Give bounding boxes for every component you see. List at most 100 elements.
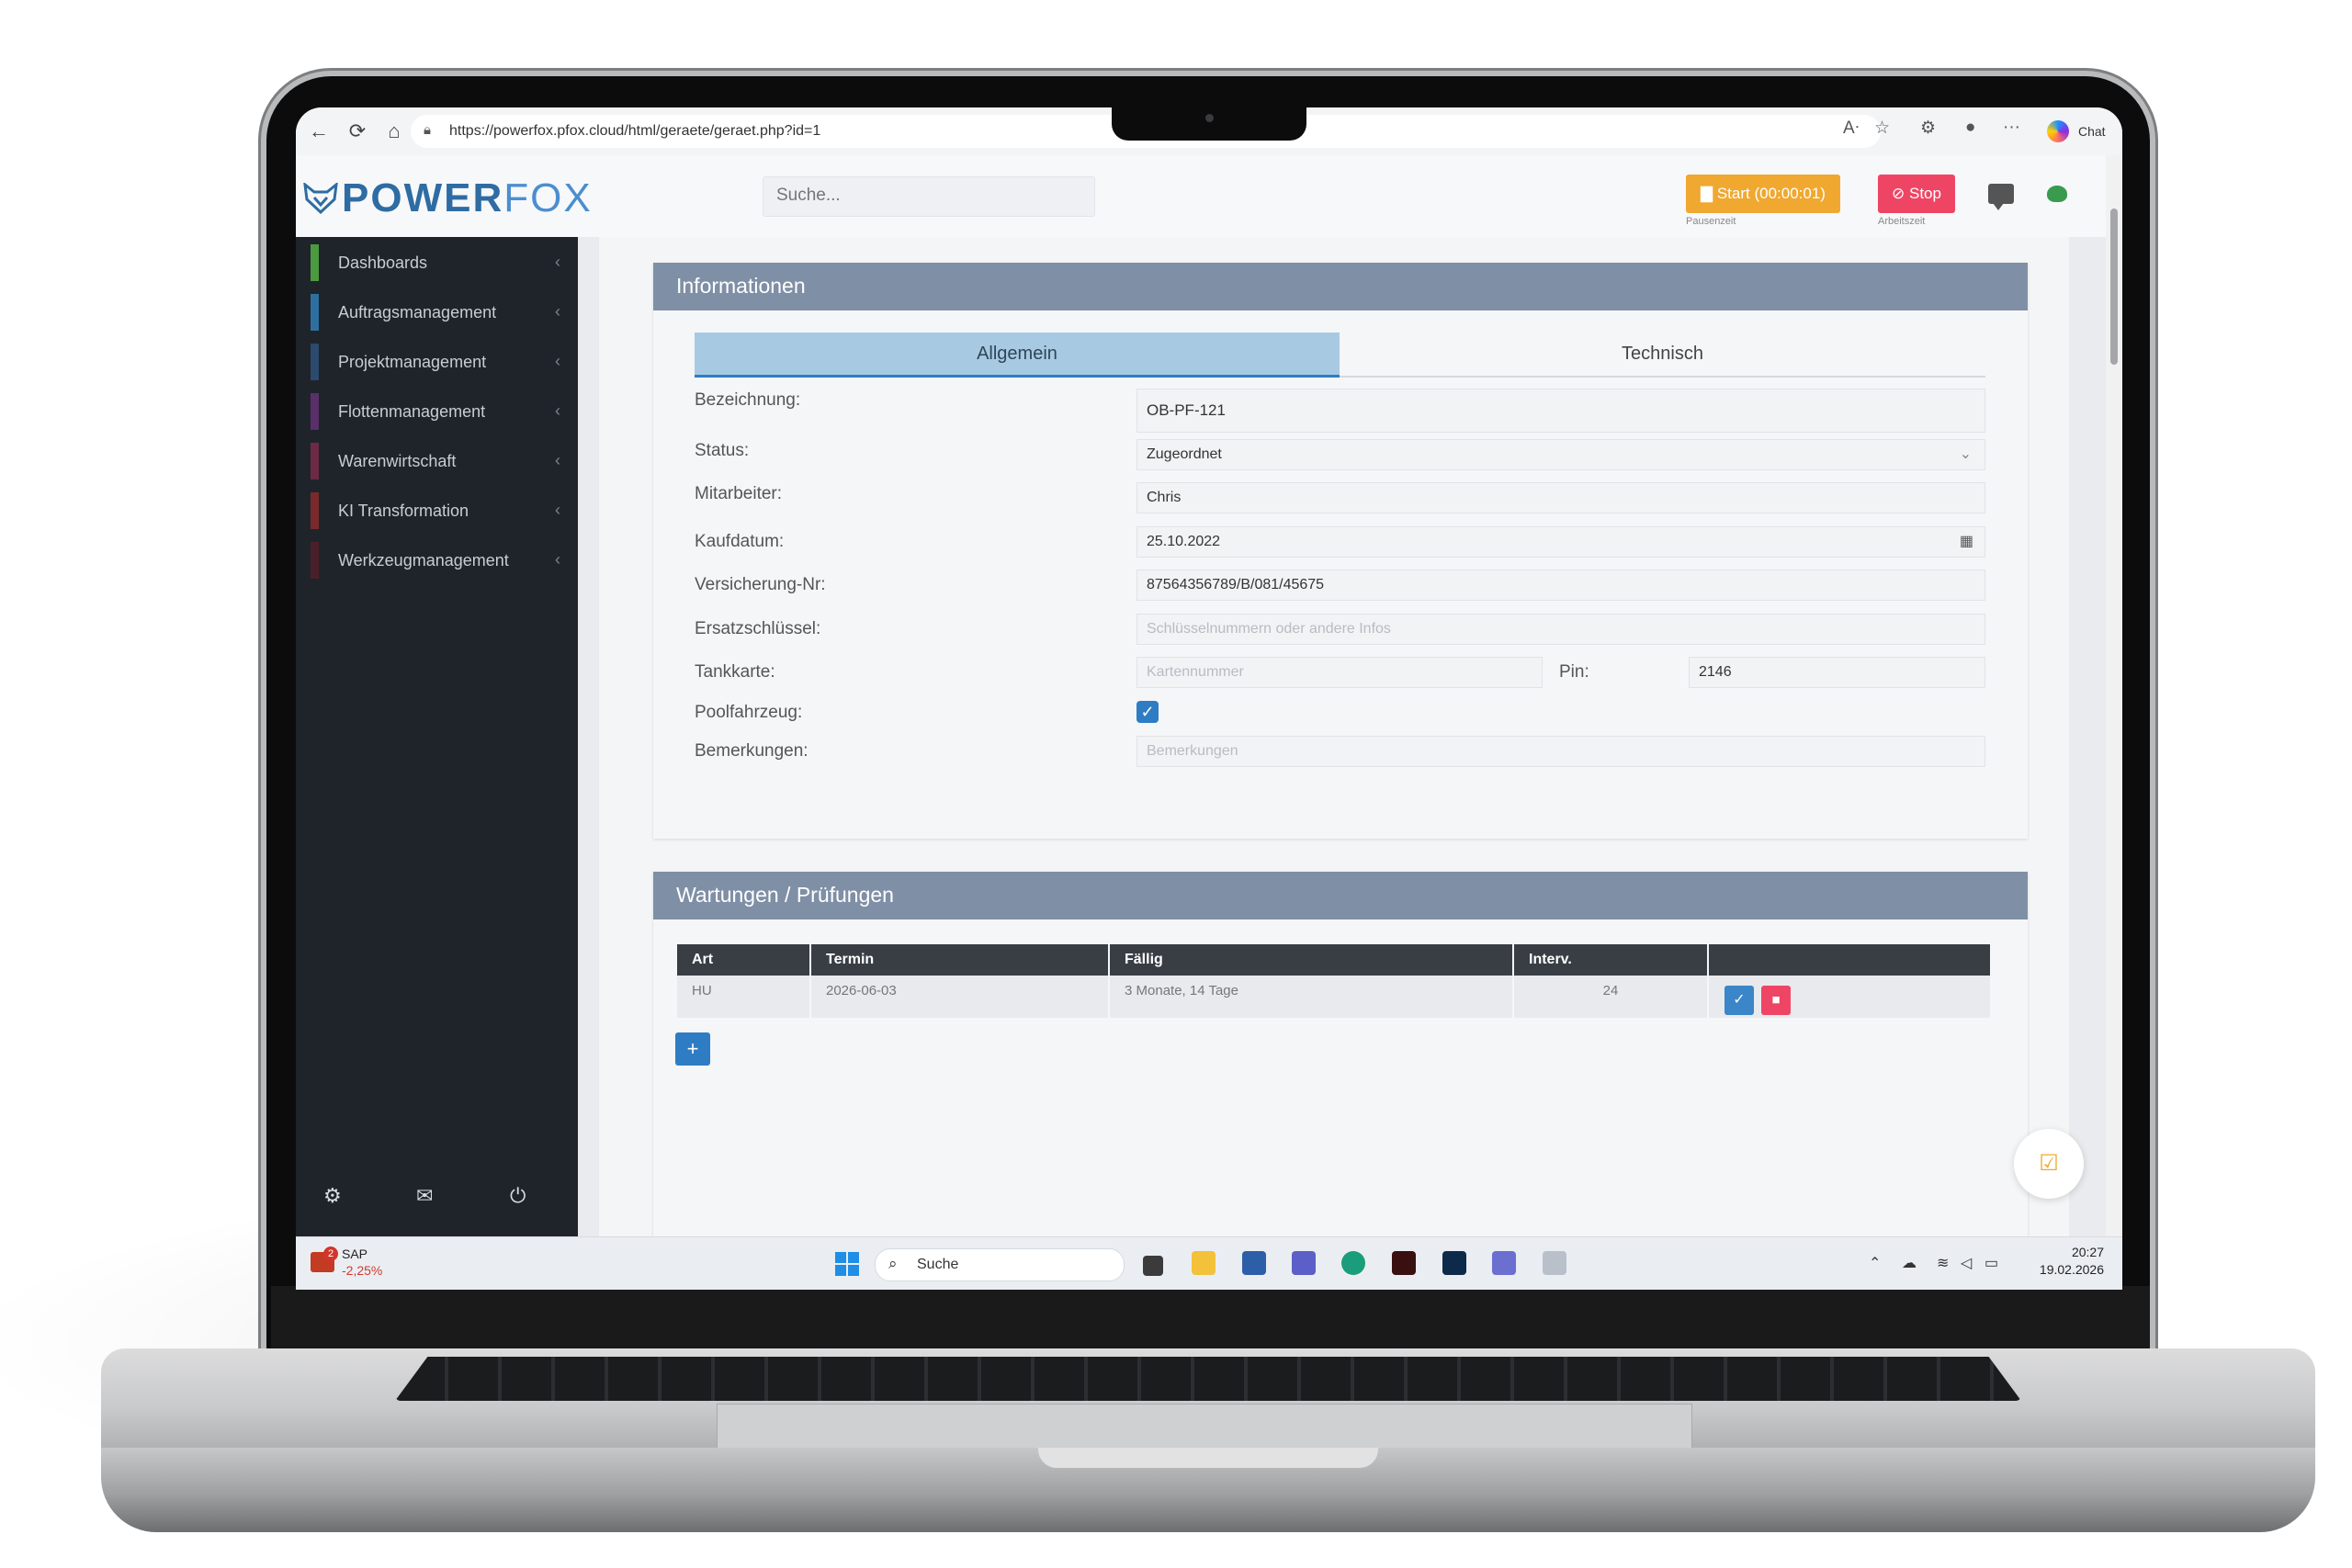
- sidebar-item-ki-transformation[interactable]: KI Transformation ‹: [311, 492, 568, 529]
- chevron-left-icon: ‹: [555, 401, 560, 420]
- chevron-left-icon: ‹: [555, 352, 560, 370]
- start-label: Start (00:00:01): [1716, 185, 1826, 202]
- versicherung-field[interactable]: 87564356789/B/081/45675: [1136, 570, 1985, 601]
- poolfahrzeug-checkbox[interactable]: ✓: [1136, 701, 1159, 723]
- task-view-icon[interactable]: [1143, 1256, 1163, 1276]
- taskbar-search-label: Suche: [917, 1257, 959, 1272]
- onedrive-icon[interactable]: ☁: [1902, 1254, 1917, 1272]
- label-bemerkungen: Bemerkungen:: [695, 741, 808, 761]
- sidebar-item-flottenmanagement[interactable]: Flottenmanagement ‹: [311, 393, 568, 430]
- photoshop-icon[interactable]: [1442, 1251, 1466, 1275]
- sidebar-color-bar: [311, 492, 319, 529]
- sidebar-color-bar: [311, 542, 319, 579]
- sidebar-item-label: Warenwirtschaft: [338, 452, 457, 470]
- sidebar-color-bar: [311, 244, 319, 281]
- calendar-icon[interactable]: ▦: [1960, 527, 1973, 557]
- check-icon: ✓: [1733, 992, 1746, 1008]
- chevron-up-icon[interactable]: ⌃: [1869, 1254, 1881, 1272]
- teams-work-icon[interactable]: [1492, 1251, 1516, 1275]
- chat-label[interactable]: Chat: [2078, 124, 2106, 139]
- extensions-icon[interactable]: ⚙: [1920, 118, 1936, 139]
- chevron-left-icon: ‹: [555, 451, 560, 469]
- lock-icon: 🔒︎: [424, 122, 431, 138]
- ersatzschluessel-field[interactable]: Schlüsselnummern oder andere Infos: [1136, 614, 1985, 645]
- clock-date[interactable]: 19.02.2026: [2029, 1262, 2104, 1277]
- volume-icon[interactable]: ◁: [1961, 1254, 1972, 1272]
- laptop-lid-notch: [1038, 1448, 1378, 1468]
- start-sublabel: Pausenzeit: [1686, 216, 1736, 227]
- task-floating-button[interactable]: ☑: [2014, 1129, 2084, 1199]
- search-input[interactable]: [763, 177, 1092, 214]
- label-bezeichnung: Bezeichnung:: [695, 390, 801, 410]
- reload-icon[interactable]: ⟳: [344, 118, 371, 145]
- clock-time[interactable]: 20:27: [2051, 1245, 2104, 1259]
- chevron-left-icon: ‹: [555, 302, 560, 321]
- online-status-icon[interactable]: [2047, 186, 2067, 202]
- stop-sublabel: Arbeitszeit: [1878, 216, 1926, 227]
- home-icon[interactable]: ⌂: [380, 118, 408, 145]
- file-explorer-icon[interactable]: [1192, 1251, 1216, 1275]
- sidebar-item-dashboards[interactable]: Dashboards ‹: [311, 244, 568, 281]
- copilot-icon[interactable]: [2047, 120, 2069, 142]
- wifi-icon[interactable]: ≋: [1937, 1254, 1949, 1272]
- add-maintenance-button[interactable]: +: [675, 1032, 710, 1066]
- stock-label[interactable]: SAP: [342, 1247, 368, 1261]
- edge-icon[interactable]: [1341, 1251, 1365, 1275]
- tab-technisch[interactable]: Technisch: [1340, 333, 1985, 378]
- more-options-icon[interactable]: ···: [2003, 118, 2020, 138]
- stock-badge: 2: [323, 1247, 338, 1261]
- stop-timer-button[interactable]: ⊘ Stop: [1878, 175, 1955, 213]
- profile-avatar-icon[interactable]: ●: [1965, 118, 1975, 138]
- pin-field[interactable]: 2146: [1689, 657, 1985, 688]
- illustrator-icon[interactable]: [1392, 1251, 1416, 1275]
- tankkarte-field[interactable]: Kartennummer: [1136, 657, 1543, 688]
- column-header-termin[interactable]: Termin: [811, 944, 1110, 976]
- app-logo[interactable]: POWERFOX: [342, 175, 593, 221]
- sidebar-item-label: Flottenmanagement: [338, 402, 486, 421]
- tab-allgemein[interactable]: Allgemein: [695, 333, 1340, 378]
- taskbar-search[interactable]: ⌕ Suche: [875, 1248, 1125, 1281]
- scrollbar-thumb[interactable]: [2110, 209, 2118, 365]
- teams-icon[interactable]: [1292, 1251, 1316, 1275]
- snipping-tool-icon[interactable]: [1543, 1251, 1566, 1275]
- sidebar: Dashboards ‹ Auftragsmanagement ‹ Projek…: [296, 237, 578, 1236]
- mail-icon[interactable]: ✉: [416, 1184, 433, 1208]
- camera-notch: [1112, 106, 1306, 141]
- power-icon[interactable]: ⏻: [510, 1184, 526, 1208]
- kaufdatum-field[interactable]: 25.10.2022 ▦: [1136, 526, 1985, 558]
- column-header-art[interactable]: Art: [677, 944, 811, 976]
- bezeichnung-textarea[interactable]: OB-PF-121: [1136, 389, 1985, 433]
- sidebar-item-label: Werkzeugmanagement: [338, 551, 509, 570]
- sidebar-item-werkzeugmanagement[interactable]: Werkzeugmanagement ‹: [311, 542, 568, 579]
- maintenance-card: Wartungen / Prüfungen: [653, 872, 2028, 1290]
- label-mitarbeiter: Mitarbeiter:: [695, 484, 783, 503]
- stop-icon: ⊘: [1892, 185, 1909, 202]
- message-icon[interactable]: [1988, 184, 2014, 210]
- settings-gear-icon[interactable]: ⚙: [323, 1184, 342, 1208]
- sidebar-item-projektmanagement[interactable]: Projektmanagement ‹: [311, 344, 568, 380]
- info-card-title: Informationen: [676, 274, 806, 298]
- sidebar-item-auftragsmanagement[interactable]: Auftragsmanagement ‹: [311, 294, 568, 331]
- timer-icon: ▇: [1701, 185, 1717, 202]
- status-value: Zugeordnet: [1147, 446, 1222, 462]
- delete-button[interactable]: ■: [1761, 986, 1791, 1015]
- status-select[interactable]: Zugeordnet ⌄: [1136, 439, 1985, 470]
- windows-start-icon[interactable]: [835, 1252, 859, 1276]
- fox-logo-icon: [303, 183, 338, 214]
- chevron-down-icon: ⌄: [1959, 446, 1972, 462]
- favorite-star-icon[interactable]: ☆: [1874, 118, 1890, 139]
- read-aloud-icon[interactable]: Aᐧ: [1843, 118, 1860, 139]
- column-header-interv[interactable]: Interv.: [1514, 944, 1709, 976]
- sidebar-color-bar: [311, 443, 319, 479]
- confirm-check-button[interactable]: ✓: [1724, 986, 1754, 1015]
- column-header-faellig[interactable]: Fällig: [1110, 944, 1514, 976]
- back-arrow-icon[interactable]: ←: [305, 118, 333, 145]
- column-header-actions: [1709, 944, 1990, 976]
- start-timer-button[interactable]: ▇ Start (00:00:01): [1686, 175, 1840, 213]
- search-icon: ⌕: [888, 1255, 898, 1272]
- bemerkungen-field[interactable]: Bemerkungen: [1136, 736, 1985, 767]
- mitarbeiter-field[interactable]: Chris: [1136, 482, 1985, 513]
- battery-icon[interactable]: ▭: [1984, 1254, 1998, 1272]
- store-icon[interactable]: [1242, 1251, 1266, 1275]
- sidebar-item-warenwirtschaft[interactable]: Warenwirtschaft ‹: [311, 443, 568, 479]
